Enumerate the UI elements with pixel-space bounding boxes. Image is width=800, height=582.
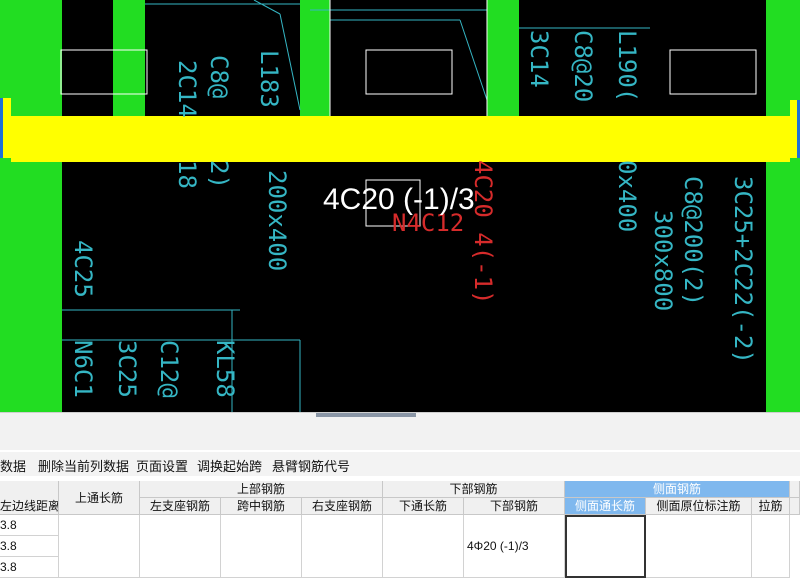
cell-left-dist[interactable]: 3.8 xyxy=(0,557,59,578)
label-n6c1: N6C1 xyxy=(69,340,97,398)
cell-left-dist[interactable]: 3.8 xyxy=(0,515,59,536)
header-left-dist[interactable]: 左边线距离 xyxy=(0,498,59,515)
cell-side-mark[interactable] xyxy=(646,515,752,578)
cell-left-support[interactable] xyxy=(140,515,221,578)
beam-annotation-label[interactable]: 4C20 (-1)/3 xyxy=(323,183,475,217)
header-bottom-rebar[interactable]: 下部钢筋 xyxy=(464,498,565,515)
header-side-mark[interactable]: 侧面原位标注筋 xyxy=(646,498,752,515)
beam-end-left xyxy=(0,98,11,158)
label-300x800: 300x800 xyxy=(649,210,677,312)
panel-splitter[interactable] xyxy=(0,412,800,450)
label-l190: L190( xyxy=(613,30,641,103)
cell-bottom-rebar[interactable]: 4Φ20 (-1)/3 xyxy=(464,515,565,578)
toolbar-page-setup[interactable]: 页面设置 xyxy=(136,456,188,475)
header-right-support[interactable]: 右支座钢筋 xyxy=(302,498,383,515)
label-c8-200: C8@200(2) xyxy=(679,176,707,307)
header-bottom-through[interactable]: 下通长筋 xyxy=(383,498,464,515)
cell-mid-span[interactable] xyxy=(221,515,302,578)
label-l183: L183 xyxy=(255,50,283,108)
cell-side-through[interactable] xyxy=(565,515,646,578)
label-3c14: 3C14 xyxy=(525,30,553,88)
cad-drawing-canvas[interactable]: L183 C8@ 2C14 18 2) 200x400 4C25 KL58 C1… xyxy=(0,0,800,412)
header-group-top: 上部钢筋 xyxy=(140,481,383,498)
header-tail xyxy=(790,498,800,515)
header-group-bottom: 下部钢筋 xyxy=(383,481,565,498)
header-side-through[interactable]: 侧面通长筋 xyxy=(565,498,646,515)
header-group-side: 侧面钢筋 xyxy=(565,481,790,498)
toolbar-swap-span[interactable]: 调换起始跨 xyxy=(197,456,262,475)
label-200x400: 200x400 xyxy=(263,170,291,272)
beam-end-right xyxy=(790,100,800,158)
header-top-through[interactable]: 上通长筋 xyxy=(59,481,140,515)
cell-bottom-through[interactable] xyxy=(383,515,464,578)
label-3c25-left: 3C25 xyxy=(113,340,141,398)
cell-left-dist[interactable]: 3.8 xyxy=(0,536,59,557)
label-right-rebar: 3C25+2C22(-2) xyxy=(729,176,757,364)
label-2c14: 2C14 xyxy=(173,60,201,118)
cell-tie[interactable] xyxy=(752,515,790,578)
header-mid-span[interactable]: 跨中钢筋 xyxy=(221,498,302,515)
header-left-support[interactable]: 左支座钢筋 xyxy=(140,498,221,515)
label-c8-left: C8@ xyxy=(205,55,233,99)
label-red-1: 4C20 4(-1) xyxy=(469,160,497,305)
rebar-table: 上通长筋 上部钢筋 下部钢筋 侧面钢筋 左边线距离 左支座钢筋 跨中钢筋 右支座… xyxy=(0,481,800,582)
label-2c14-cont: 18 xyxy=(173,160,201,189)
toolbar-delete-column[interactable]: 删除当前列数据 xyxy=(38,456,129,475)
header-tie[interactable]: 拉筋 xyxy=(752,498,790,515)
label-c12: C12@ xyxy=(155,340,183,398)
header-group-tail xyxy=(790,481,800,498)
cell-right-support[interactable] xyxy=(302,515,383,578)
toolbar-cantilever-code[interactable]: 悬臂钢筋代号 xyxy=(272,456,350,475)
label-kl58: KL58 xyxy=(211,340,239,398)
label-c8-mid: C8@20 xyxy=(569,30,597,103)
beam-yellow[interactable] xyxy=(11,116,790,162)
toolbar-data[interactable]: 数据 xyxy=(0,456,26,475)
label-2-paren: 2) xyxy=(205,160,233,189)
cell-top-through[interactable] xyxy=(59,515,140,578)
grid-toolbar: 数据 删除当前列数据 页面设置 调换起始跨 悬臂钢筋代号 xyxy=(0,452,800,476)
label-4c25: 4C25 xyxy=(69,240,97,298)
splitter-handle[interactable] xyxy=(316,413,416,417)
label-x400: 0x400 xyxy=(613,160,641,233)
